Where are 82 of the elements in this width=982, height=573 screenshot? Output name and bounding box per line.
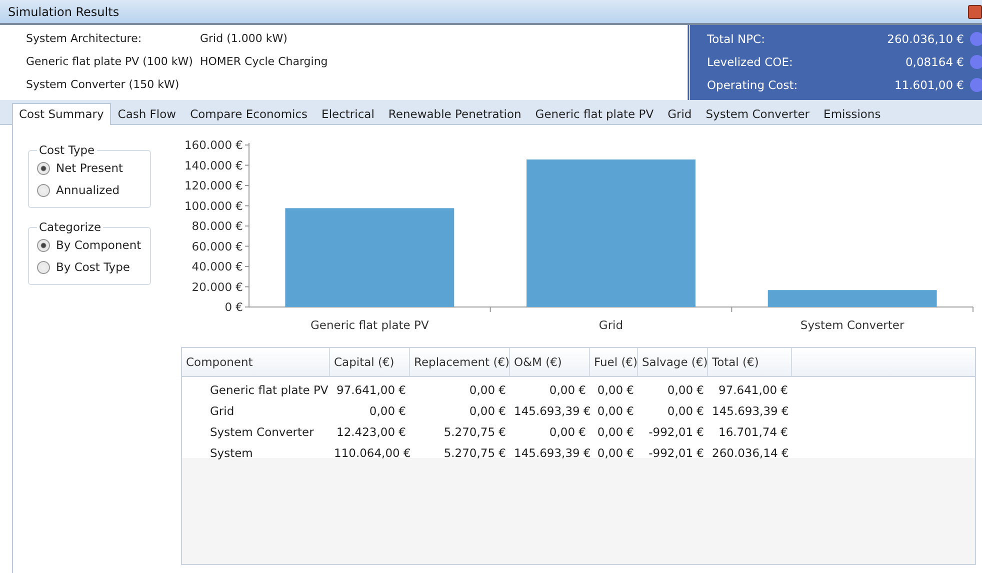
y-tick-label: 80.000 € <box>192 219 243 233</box>
radio-option[interactable]: By Component <box>37 234 142 256</box>
table-cell-text: 145.693,39 € <box>711 404 790 418</box>
tab[interactable]: Electrical <box>314 103 382 125</box>
column-header[interactable]: Component <box>182 348 330 376</box>
radio-button[interactable] <box>37 162 50 174</box>
column-header[interactable]: O&M (€) <box>510 348 590 376</box>
radio-button[interactable] <box>37 184 50 196</box>
info-icon[interactable] <box>970 32 982 46</box>
table-cell-text: 0,00 € <box>666 382 705 396</box>
table-cell-text: -992,01 € <box>648 446 705 460</box>
architecture-item: Generic flat plate PV (100 kW) <box>26 55 194 68</box>
table-cell-text: 97.641,00 € <box>718 382 789 396</box>
tab[interactable]: Cost Summary <box>12 103 111 125</box>
column-header[interactable]: Replacement (€) <box>410 348 510 376</box>
table-cell-text: 0,00 € <box>596 446 635 460</box>
summary-value: 11.601,00 € <box>894 78 964 92</box>
column-header[interactable]: Fuel (€) <box>590 348 638 376</box>
x-category-label: Generic flat plate PV <box>310 318 429 332</box>
y-tick-label: 0 € <box>224 300 243 314</box>
close-button[interactable] <box>968 4 982 18</box>
info-icon[interactable] <box>970 78 982 92</box>
tab[interactable]: System Converter <box>698 103 817 125</box>
y-tick-label: 140.000 € <box>184 158 243 172</box>
architecture-item: Grid (1.000 kW) <box>200 32 288 45</box>
table-cell-text: 12.423,00 € <box>336 424 407 438</box>
group-title: Categorize <box>38 220 102 234</box>
architecture-item: System Converter (150 kW) <box>26 78 180 91</box>
table-cell-text: 0,00 € <box>548 424 587 438</box>
radio-button[interactable] <box>37 260 50 274</box>
table-cell-text: 145.693,39 € <box>513 404 590 418</box>
architecture-item: HOMER Cycle Charging <box>200 55 329 68</box>
y-tick-label: 20.000 € <box>192 280 243 294</box>
y-tick-label: 40.000 € <box>192 260 243 274</box>
summary-label: Operating Cost: <box>707 78 799 92</box>
summary-value: 260.036,10 € <box>887 32 964 46</box>
table-cell-text: 5.270,75 € <box>442 446 507 460</box>
table-cell-text: 5.270,75 € <box>442 424 507 438</box>
y-tick-label: 100.000 € <box>184 198 243 213</box>
tab[interactable]: Generic flat plate PV <box>528 103 661 125</box>
tab[interactable]: Cash Flow <box>110 103 184 125</box>
table-cell-text: 0,00 € <box>596 424 635 438</box>
radio-option[interactable]: Net Present <box>37 157 142 179</box>
radio-option[interactable]: Annualized <box>37 179 142 201</box>
y-tick-label: 160.000 € <box>184 138 243 152</box>
table-cell-text: System Converter <box>209 424 315 438</box>
x-category-label: System Converter <box>800 318 904 332</box>
table-cell-text: 260.036,14 € <box>711 446 790 460</box>
tab[interactable]: Emissions <box>816 103 888 125</box>
table-cell-text: 0,00 € <box>468 382 507 396</box>
y-tick-label: 120.000 € <box>184 178 243 192</box>
table-cell-text: System <box>209 446 254 460</box>
table-cell-text: 0,00 € <box>548 382 587 396</box>
table-cell-text: -992,01 € <box>648 424 705 438</box>
table-cell-text: 0,00 € <box>468 404 507 418</box>
table-cell-text: 0,00 € <box>666 404 705 418</box>
tab[interactable]: Renewable Penetration <box>381 103 528 125</box>
summary-value: 0,08164 € <box>905 54 964 68</box>
summary-label: Levelized COE: <box>707 54 794 68</box>
x-category-label: Grid <box>598 318 624 332</box>
table-cell-text: 110.064,00 € <box>333 446 410 460</box>
summary-label: Total NPC: <box>707 32 766 46</box>
y-tick-label: 60.000 € <box>192 239 243 254</box>
table-cell-text: 97.641,00 € <box>336 382 407 396</box>
info-icon[interactable] <box>970 54 982 68</box>
table-cell-text: 0,00 € <box>368 404 407 418</box>
table-cell-text: Generic flat plate PV <box>209 382 330 396</box>
architecture-label: System Architecture: <box>26 32 143 45</box>
tab[interactable]: Compare Economics <box>183 103 315 125</box>
table-cell-text: 145.693,39 € <box>513 446 590 460</box>
table-cell-text: 0,00 € <box>596 382 635 396</box>
tab[interactable]: Grid <box>660 103 699 125</box>
column-header[interactable]: Total (€) <box>708 348 792 376</box>
table-cell-text: Grid <box>209 404 236 418</box>
table-cell-text: 0,00 € <box>596 404 635 418</box>
radio-button[interactable] <box>37 238 50 252</box>
column-header[interactable]: Capital (€) <box>330 348 410 376</box>
table-cell-text: 16.701,74 € <box>718 424 789 438</box>
column-header[interactable]: Salvage (€) <box>638 348 708 376</box>
window-title: Simulation Results <box>8 4 120 18</box>
group-title: Cost Type <box>38 143 96 157</box>
radio-option[interactable]: By Cost Type <box>37 256 142 278</box>
